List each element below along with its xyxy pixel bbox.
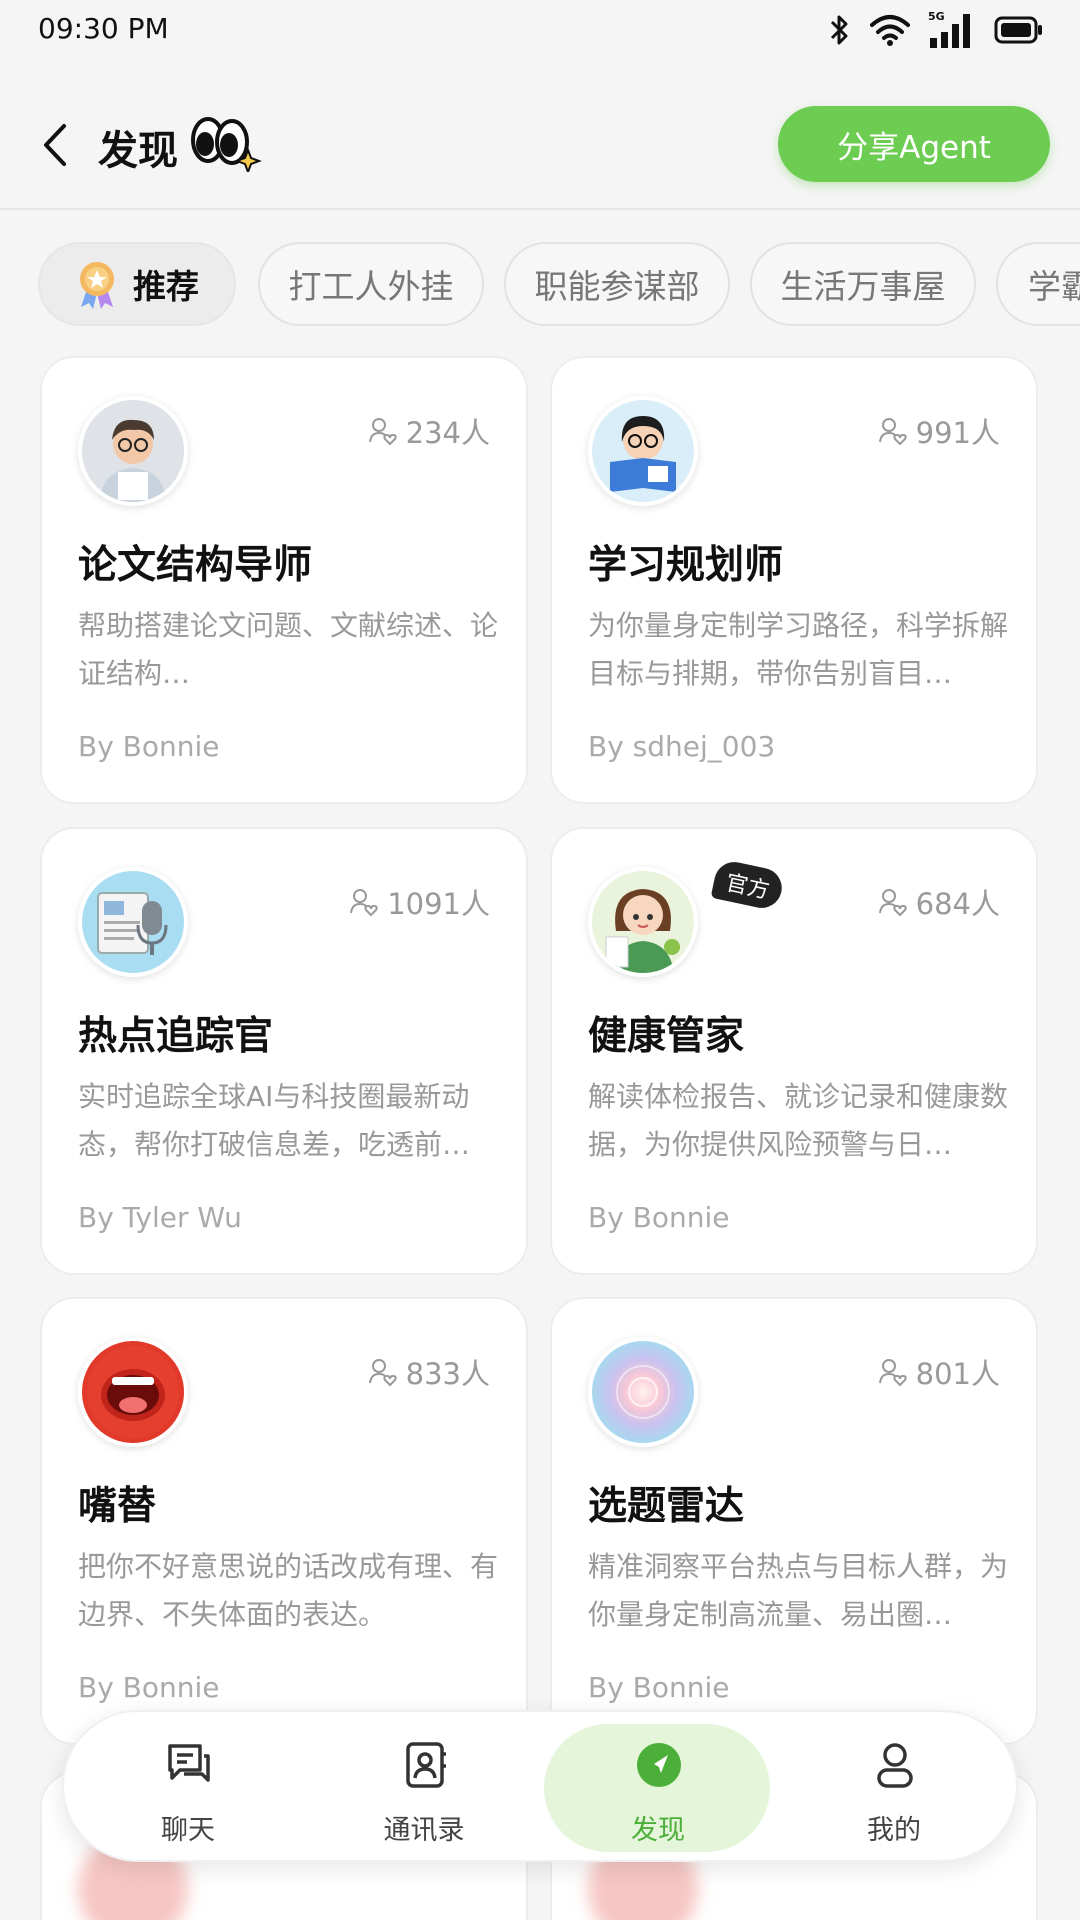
nav-label: 通讯录 bbox=[383, 1815, 465, 1846]
user-count-value: 801人 bbox=[915, 1357, 1000, 1391]
eyes-icon bbox=[191, 117, 262, 172]
category-tabs: 推荐 打工人外挂 职能参谋部 生活万事屋 学霸 bbox=[38, 242, 1080, 326]
mouth-avatar bbox=[78, 1337, 188, 1447]
users-icon bbox=[878, 889, 907, 917]
tab-worker-plugin[interactable]: 打工人外挂 bbox=[258, 242, 484, 326]
card-title: 健康管家 bbox=[588, 1014, 745, 1059]
agent-card-study-planner[interactable]: 991人 学习规划师 为你量身定制学习路径，科学拆解目标与排期，带你告别盲目… … bbox=[550, 356, 1038, 804]
bluetooth-icon bbox=[830, 15, 848, 45]
agent-card-hot-tracker[interactable]: 1091人 热点追踪官 实时追踪全球AI与科技圈最新动态，帮你打破信息差，吃透前… bbox=[40, 827, 528, 1275]
user-count-value: 684人 bbox=[915, 887, 1000, 921]
card-description: 实时追踪全球AI与科技圈最新动态，帮你打破信息差，吃透前… bbox=[78, 1080, 471, 1161]
radar-orb-avatar bbox=[588, 1337, 698, 1447]
wifi-icon bbox=[870, 15, 910, 46]
scholar-avatar bbox=[78, 396, 188, 506]
card-description: 把你不好意思说的话改成有理、有边界、不失体面的表达。 bbox=[78, 1550, 498, 1631]
users-icon bbox=[368, 418, 397, 446]
battery-icon bbox=[994, 16, 1042, 44]
tab-label: 打工人外挂 bbox=[288, 267, 454, 306]
users-icon bbox=[878, 418, 907, 446]
users-icon bbox=[350, 889, 378, 917]
card-title: 热点追踪官 bbox=[78, 1014, 274, 1059]
card-author: By sdhej_003 bbox=[588, 730, 776, 763]
user-count: 833人 bbox=[368, 1351, 490, 1393]
medal-icon bbox=[80, 262, 114, 309]
tab-label: 推荐 bbox=[133, 267, 199, 306]
card-title: 嘴替 bbox=[78, 1484, 157, 1529]
user-count: 684人 bbox=[878, 881, 1000, 923]
status-icons: 5G bbox=[828, 10, 1044, 50]
card-author: By Bonnie bbox=[588, 1201, 730, 1234]
bottom-nav: 聊天 通讯录 发现 我的 bbox=[62, 1710, 1018, 1862]
tab-label: 职能参谋部 bbox=[534, 267, 700, 306]
card-title: 学习规划师 bbox=[588, 543, 784, 588]
cellular-signal-icon: 5G bbox=[928, 10, 970, 48]
card-description: 为你量身定制学习路径，科学拆解目标与排期，带你告别盲目… bbox=[588, 609, 1008, 690]
card-author: By Bonnie bbox=[588, 1671, 730, 1704]
user-count: 1091人 bbox=[349, 881, 490, 923]
user-count: 234人 bbox=[368, 410, 490, 452]
tab-top-student[interactable]: 学霸 bbox=[996, 242, 1080, 326]
tab-recommend[interactable]: 推荐 bbox=[38, 242, 236, 326]
official-badge: 官方 bbox=[710, 858, 786, 912]
nav-item-contacts[interactable]: 通讯录 bbox=[324, 1712, 524, 1864]
user-count-value: 991人 bbox=[915, 416, 1000, 450]
tab-life-shop[interactable]: 生活万事屋 bbox=[750, 242, 976, 326]
card-description: 帮助搭建论文问题、文献综述、论证结构… bbox=[78, 609, 498, 690]
tab-function-staff[interactable]: 职能参谋部 bbox=[504, 242, 730, 326]
status-bar: 09:30 PM 5G bbox=[0, 0, 1080, 60]
nav-label: 发现 bbox=[631, 1815, 685, 1846]
contacts-icon bbox=[406, 1742, 446, 1788]
agent-card-mouthpiece[interactable]: 833人 嘴替 把你不好意思说的话改成有理、有边界、不失体面的表达。 By Bo… bbox=[40, 1297, 528, 1745]
share-agent-button[interactable]: 分享Agent bbox=[778, 106, 1050, 182]
profile-icon bbox=[877, 1743, 913, 1788]
health-girl-avatar bbox=[588, 867, 698, 977]
card-author: By Bonnie bbox=[78, 730, 220, 763]
card-description: 解读体检报告、就诊记录和健康数据，为你提供风险预警与日… bbox=[588, 1080, 1008, 1161]
tab-label: 学霸 bbox=[1028, 267, 1080, 306]
header: 发现 分享Agent bbox=[0, 60, 1080, 210]
nav-label: 聊天 bbox=[161, 1815, 215, 1846]
newspaper-mic-avatar bbox=[78, 867, 188, 977]
nav-item-discover[interactable]: 发现 bbox=[558, 1712, 758, 1864]
nav-label: 我的 bbox=[867, 1815, 921, 1846]
back-button[interactable] bbox=[38, 120, 78, 170]
card-author: By Tyler Wu bbox=[78, 1201, 242, 1234]
agent-card-topic-radar[interactable]: 801人 选题雷达 精准洞察平台热点与目标人群，为你量身定制高流量、易出圈… B… bbox=[550, 1297, 1038, 1745]
tab-label: 生活万事屋 bbox=[780, 267, 946, 306]
student-avatar bbox=[588, 396, 698, 506]
nav-item-chat[interactable]: 聊天 bbox=[88, 1712, 288, 1864]
network-label: 5G bbox=[928, 10, 945, 23]
user-count-value: 833人 bbox=[405, 1357, 490, 1391]
agent-card-thesis-mentor[interactable]: 234人 论文结构导师 帮助搭建论文问题、文献综述、论证结构… By Bonni… bbox=[40, 356, 528, 804]
card-author: By Bonnie bbox=[78, 1671, 220, 1704]
discover-icon bbox=[637, 1743, 681, 1787]
user-count-value: 234人 bbox=[405, 416, 490, 450]
user-count: 801人 bbox=[878, 1351, 1000, 1393]
status-time: 09:30 PM bbox=[38, 12, 169, 45]
chat-icon bbox=[168, 1744, 210, 1782]
card-title: 选题雷达 bbox=[588, 1484, 745, 1529]
page-title: 发现 bbox=[98, 128, 178, 174]
nav-item-profile[interactable]: 我的 bbox=[794, 1712, 994, 1864]
agent-card-health-keeper[interactable]: 官方 684人 健康管家 解读体检报告、就诊记录和健康数据，为你提供风险预警与日… bbox=[550, 827, 1038, 1275]
user-count-value: 1091人 bbox=[387, 887, 490, 921]
users-icon bbox=[368, 1359, 397, 1387]
users-icon bbox=[878, 1359, 907, 1387]
user-count: 991人 bbox=[878, 410, 1000, 452]
card-title: 论文结构导师 bbox=[78, 543, 313, 588]
card-description: 精准洞察平台热点与目标人群，为你量身定制高流量、易出圈… bbox=[588, 1550, 1008, 1631]
